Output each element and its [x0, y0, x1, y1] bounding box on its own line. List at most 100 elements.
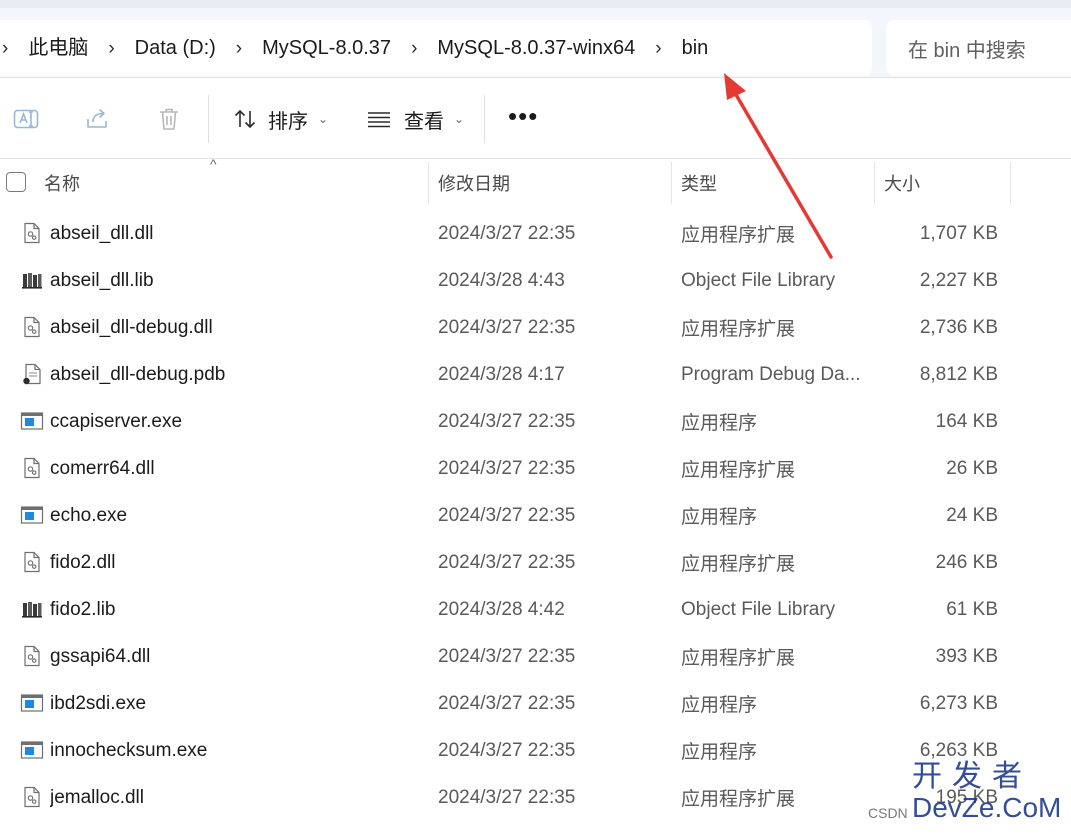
file-row[interactable]: jemalloc.dll 2024/3/27 22:35 应用程序扩展 195 KB [0, 774, 1071, 821]
dll-file-icon [20, 644, 44, 668]
watermark-logo-text: 开发者 [912, 760, 1032, 793]
column-header-type-label: 类型 [681, 174, 717, 194]
column-resize-handle[interactable] [874, 162, 875, 204]
breadcrumb[interactable]: › 此电脑 › Data (D:) › MySQL-8.0.37 › MySQL… [0, 20, 872, 76]
file-size: 1,707 KB [919, 222, 998, 244]
pdb-file-icon [20, 362, 44, 386]
breadcrumb-item-this-pc[interactable]: 此电脑 [22, 38, 94, 58]
file-row[interactable]: ibd2sdi.exe 2024/3/27 22:35 应用程序 6,273 KB [0, 680, 1071, 727]
file-size: 246 KB [935, 551, 998, 573]
file-name: abseil_dll-debug.pdb [50, 363, 226, 385]
address-bar: › 此电脑 › Data (D:) › MySQL-8.0.37 › MySQL… [0, 8, 1071, 78]
file-type: 应用程序 [681, 742, 758, 763]
exe-file-icon [20, 691, 44, 715]
more-options-icon[interactable]: ••• [508, 103, 538, 129]
file-row[interactable]: comerr64.dll 2024/3/27 22:35 应用程序扩展 26 KB [0, 445, 1071, 492]
view-label: 查看 [404, 110, 444, 133]
breadcrumb-separator-icon[interactable]: › [222, 39, 256, 58]
file-size: 164 KB [935, 410, 998, 432]
file-type: 应用程序扩展 [681, 460, 796, 481]
column-header-date[interactable]: 修改日期 [438, 160, 668, 206]
view-button[interactable]: 查看 ⌄ [366, 79, 464, 159]
file-type: 应用程序扩展 [681, 789, 796, 810]
file-name: fido2.lib [50, 598, 116, 620]
file-modified-date: 2024/3/27 22:35 [438, 222, 576, 244]
dll-file-icon [20, 315, 44, 339]
select-all-checkbox[interactable] [6, 172, 26, 192]
file-name: abseil_dll.lib [50, 269, 154, 291]
file-row[interactable]: innochecksum.exe 2024/3/27 22:35 应用程序 6,263… [0, 727, 1071, 774]
column-header-size-label: 大小 [884, 174, 920, 194]
chevron-down-icon: ⌄ [318, 112, 329, 126]
file-type: 应用程序扩展 [681, 648, 796, 669]
file-row[interactable]: abseil_dll-debug.dll 2024/3/27 22:35 应用程序扩… [0, 304, 1071, 351]
file-name: jemalloc.dll [50, 786, 144, 808]
file-size: 26 KB [946, 457, 998, 479]
file-size: 2,736 KB [919, 316, 998, 338]
breadcrumb-item-drive[interactable]: Data (D:) [129, 38, 222, 58]
breadcrumb-item-mysql-winx64[interactable]: MySQL-8.0.37-winx64 [431, 38, 641, 58]
breadcrumb-item-mysql[interactable]: MySQL-8.0.37 [256, 38, 397, 58]
file-type: Object File Library [681, 269, 836, 291]
breadcrumb-separator-icon[interactable]: › [641, 39, 675, 58]
dll-file-icon [20, 785, 44, 809]
column-resize-handle[interactable] [428, 162, 429, 204]
file-row[interactable]: abseil_dll.lib 2024/3/28 4:43 Object File … [0, 257, 1071, 304]
column-header-type[interactable]: 类型 [681, 160, 871, 206]
file-size: 61 KB [946, 598, 998, 620]
command-bar: 排序 ⌄ 查看 ⌄ ••• [0, 79, 1071, 159]
file-row[interactable]: ccapiserver.exe 2024/3/27 22:35 应用程序 164 KB [0, 398, 1071, 445]
file-row[interactable]: gssapi64.dll 2024/3/27 22:35 应用程序扩展 393 KB [0, 633, 1071, 680]
file-modified-date: 2024/3/28 4:43 [438, 269, 565, 291]
dll-file-icon [20, 221, 44, 245]
search-input[interactable]: 在 bin 中搜索 [886, 20, 1071, 76]
file-size: 2,227 KB [919, 269, 998, 291]
sort-button[interactable]: 排序 ⌄ [232, 79, 328, 159]
file-row[interactable]: abseil_dll.dll 2024/3/27 22:35 应用程序扩展 1,707… [0, 210, 1071, 257]
file-row[interactable]: abseil_dll-debug.pdb 2024/3/28 4:17 Progra… [0, 351, 1071, 398]
file-type: 应用程序扩展 [681, 319, 796, 340]
file-modified-date: 2024/3/27 22:35 [438, 410, 576, 432]
column-header-size[interactable]: 大小 [884, 160, 1008, 206]
file-modified-date: 2024/3/27 22:35 [438, 316, 576, 338]
view-list-icon [368, 112, 390, 128]
dll-file-icon [20, 456, 44, 480]
file-name: abseil_dll.dll [50, 222, 154, 244]
share-icon[interactable] [84, 105, 112, 133]
breadcrumb-item-bin[interactable]: bin [676, 38, 715, 58]
column-resize-handle[interactable] [671, 162, 672, 204]
sort-arrows-icon [234, 109, 256, 129]
file-row[interactable]: fido2.lib 2024/3/28 4:42 Object File Libra… [0, 586, 1071, 633]
file-modified-date: 2024/3/27 22:35 [438, 504, 576, 526]
delete-icon[interactable] [155, 105, 183, 133]
exe-file-icon [20, 738, 44, 762]
column-resize-handle[interactable] [1010, 162, 1011, 204]
toolbar-divider [484, 95, 485, 143]
file-name: gssapi64.dll [50, 645, 151, 667]
breadcrumb-separator-icon[interactable]: › [94, 39, 128, 58]
lib-file-icon [20, 268, 44, 292]
file-row[interactable]: echo.exe 2024/3/27 22:35 应用程序 24 KB [0, 492, 1071, 539]
file-size: 8,812 KB [919, 363, 998, 385]
file-size: 6,273 KB [919, 692, 998, 714]
file-name: ibd2sdi.exe [50, 692, 147, 714]
rename-icon[interactable] [12, 105, 40, 133]
file-modified-date: 2024/3/27 22:35 [438, 551, 576, 573]
file-size: 24 KB [946, 504, 998, 526]
file-name: echo.exe [50, 504, 128, 526]
file-row[interactable]: fido2.dll 2024/3/27 22:35 应用程序扩展 246 KB [0, 539, 1071, 586]
file-modified-date: 2024/3/28 4:42 [438, 598, 565, 620]
breadcrumb-separator-icon[interactable]: › [397, 39, 431, 58]
dll-file-icon [20, 550, 44, 574]
sort-label: 排序 [268, 110, 308, 133]
column-header-name[interactable]: 名称 [44, 160, 424, 206]
file-list: abseil_dll.dll 2024/3/27 22:35 应用程序扩展 1,707… [0, 210, 1071, 821]
window-top-strip [0, 0, 1071, 8]
column-header-name-label: 名称 [44, 174, 80, 194]
file-name: fido2.dll [50, 551, 116, 573]
breadcrumb-separator-icon[interactable]: › [0, 39, 22, 58]
file-name: ccapiserver.exe [50, 410, 183, 432]
file-modified-date: 2024/3/28 4:17 [438, 363, 565, 385]
file-name: comerr64.dll [50, 457, 155, 479]
file-type: 应用程序 [681, 413, 758, 434]
